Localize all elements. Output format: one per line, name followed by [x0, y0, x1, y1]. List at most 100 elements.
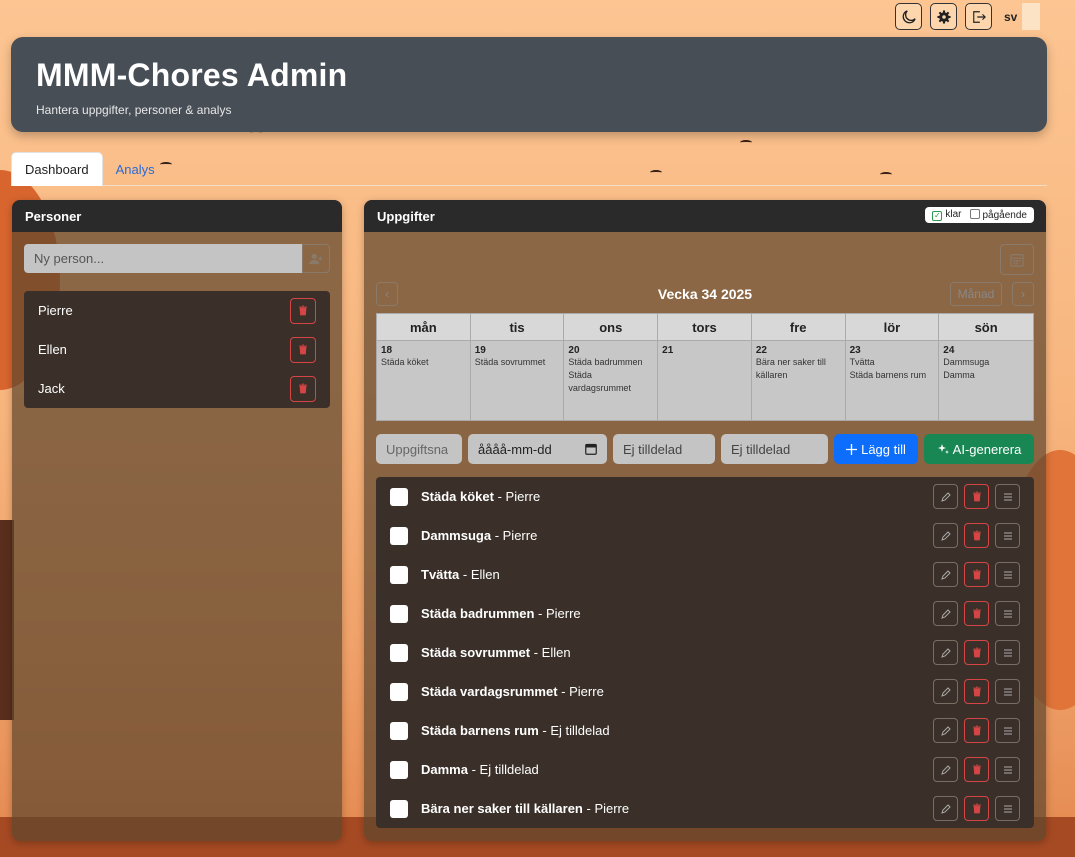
calendar-day: mån 18 Städa köket: [377, 314, 471, 420]
calendar-date: 21: [662, 345, 674, 356]
delete-task-button[interactable]: [964, 718, 989, 743]
person-list: Pierre Ellen Jack: [24, 291, 330, 408]
settings-button[interactable]: [930, 3, 957, 30]
task-name-input[interactable]: Uppgiftsna: [376, 434, 462, 464]
assignee-select-1[interactable]: Ej tilldelad: [613, 434, 715, 464]
tab-dashboard[interactable]: Dashboard: [11, 152, 103, 186]
calendar-task: Städa sovrummet: [474, 357, 546, 367]
drag-handle[interactable]: [995, 640, 1020, 665]
persons-panel-title: Personer: [12, 200, 342, 232]
task-actions: [933, 718, 1020, 743]
grip-lines-icon: [1003, 610, 1012, 617]
sparkles-icon: [937, 444, 949, 454]
delete-task-button[interactable]: [964, 757, 989, 782]
delete-task-button[interactable]: [964, 796, 989, 821]
next-week-button[interactable]: ›: [1012, 282, 1034, 306]
calendar-day: fre 22 Bära ner saker till källaren: [751, 314, 846, 420]
delete-person-button[interactable]: [290, 375, 316, 402]
task-row: Damma - Ej tilldelad: [376, 750, 1034, 789]
delete-person-button[interactable]: [290, 297, 316, 324]
task-checkbox[interactable]: [390, 760, 408, 779]
task-separator: -: [538, 723, 551, 738]
add-person-button[interactable]: [302, 244, 330, 273]
task-checkbox[interactable]: [390, 487, 408, 506]
calendar-cell[interactable]: 24 Dammsuga Damma: [939, 341, 1033, 386]
pencil-icon: [940, 530, 951, 541]
task-checkbox[interactable]: [390, 721, 408, 740]
task-actions: [933, 757, 1020, 782]
calendar-toggle-button[interactable]: [1000, 244, 1034, 275]
task-row: Tvätta - Ellen: [376, 555, 1034, 594]
task-checkbox[interactable]: [390, 604, 408, 623]
task-date-input[interactable]: åååå-mm-dd: [468, 434, 607, 464]
task-checkbox[interactable]: [390, 526, 408, 545]
calendar-cell[interactable]: 18 Städa köket: [377, 341, 470, 373]
delete-task-button[interactable]: [964, 562, 989, 587]
edit-task-button[interactable]: [933, 718, 958, 743]
drag-handle[interactable]: [995, 523, 1020, 548]
drag-handle[interactable]: [995, 679, 1020, 704]
task-assignee: Ej tilldelad: [479, 762, 539, 777]
language-selector[interactable]: sv: [1000, 3, 1040, 30]
trash-icon: [299, 344, 307, 355]
edit-task-button[interactable]: [933, 562, 958, 587]
task-checkbox[interactable]: [390, 643, 408, 662]
task-actions: [933, 484, 1020, 509]
edit-task-button[interactable]: [933, 640, 958, 665]
tab-analys[interactable]: Analys: [103, 152, 168, 186]
add-task-button[interactable]: Lägg till: [834, 434, 918, 464]
edit-task-button[interactable]: [933, 523, 958, 548]
task-checkbox[interactable]: [390, 799, 408, 818]
pencil-icon: [940, 803, 951, 814]
logout-icon: [972, 10, 986, 23]
calendar-cell[interactable]: 23 Tvätta Städa barnens rum: [846, 341, 939, 386]
calendar-cell[interactable]: 20 Städa badrummen Städa vardagsrummet: [564, 341, 657, 399]
edit-task-button[interactable]: [933, 796, 958, 821]
task-checkbox[interactable]: [390, 682, 408, 701]
drag-handle[interactable]: [995, 562, 1020, 587]
month-view-button[interactable]: Månad: [950, 282, 1002, 306]
drag-handle[interactable]: [995, 796, 1020, 821]
week-title: Vecka 34 2025: [657, 286, 753, 302]
new-person-input[interactable]: [24, 244, 302, 273]
trash-icon: [299, 305, 307, 316]
calendar-task: Dammsuga: [943, 357, 990, 367]
logout-button[interactable]: [965, 3, 992, 30]
delete-task-button[interactable]: [964, 640, 989, 665]
edit-task-button[interactable]: [933, 484, 958, 509]
grip-lines-icon: [1003, 493, 1012, 500]
calendar-day: tors 21: [658, 314, 752, 420]
theme-toggle-button[interactable]: [895, 3, 922, 30]
calendar-cell[interactable]: 22 Bära ner saker till källaren: [752, 341, 845, 386]
task-row: Städa badrummen - Pierre: [376, 594, 1034, 633]
drag-handle[interactable]: [995, 484, 1020, 509]
trash-icon: [972, 803, 981, 814]
delete-task-button[interactable]: [964, 523, 989, 548]
calendar-day-name: lör: [845, 314, 939, 341]
task-separator: -: [557, 684, 570, 699]
list-item: Ellen: [24, 330, 330, 369]
delete-task-button[interactable]: [964, 679, 989, 704]
calendar-task: Städa köket: [381, 357, 429, 367]
calendar-cell[interactable]: 19 Städa sovrummet: [471, 341, 564, 373]
ai-generate-button[interactable]: AI-generera: [924, 434, 1034, 464]
delete-person-button[interactable]: [290, 336, 316, 363]
task-actions: [933, 679, 1020, 704]
assignee-select-2[interactable]: Ej tilldelad: [721, 434, 828, 464]
main-tabs: Dashboard Analys: [11, 152, 1047, 186]
edit-task-button[interactable]: [933, 757, 958, 782]
edit-task-button[interactable]: [933, 601, 958, 626]
calendar-date: 19: [474, 345, 486, 356]
task-checkbox[interactable]: [390, 565, 408, 584]
pencil-icon: [940, 647, 951, 658]
delete-task-button[interactable]: [964, 484, 989, 509]
task-separator: -: [582, 801, 595, 816]
drag-handle[interactable]: [995, 757, 1020, 782]
drag-handle[interactable]: [995, 718, 1020, 743]
calendar-cell[interactable]: 21: [658, 341, 751, 360]
delete-task-button[interactable]: [964, 601, 989, 626]
task-assignee: Ej tilldelad: [550, 723, 610, 738]
edit-task-button[interactable]: [933, 679, 958, 704]
drag-handle[interactable]: [995, 601, 1020, 626]
task-title: Städa barnens rum: [421, 723, 539, 738]
